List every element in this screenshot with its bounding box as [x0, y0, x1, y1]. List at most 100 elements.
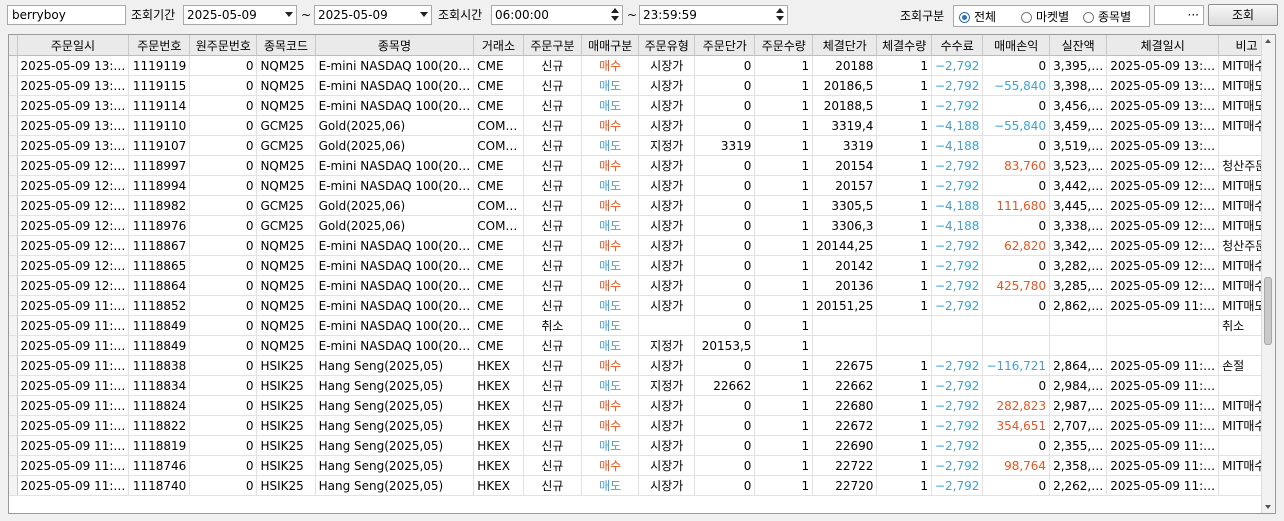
cell-order-qty: 1: [754, 255, 814, 276]
row-header[interactable]: [9, 195, 18, 216]
cell-fill-price: 22662: [812, 375, 878, 396]
table-row[interactable]: 2025-05-09 11:… 1118746 0 HSIK25 Hang Seng(2…: [9, 455, 1275, 476]
row-header[interactable]: [9, 375, 18, 396]
column-header-orig-order-no[interactable]: 원주문번호: [189, 35, 258, 56]
spin-up-icon[interactable]: [611, 8, 619, 13]
column-header-fill-time[interactable]: 체결일시: [1106, 35, 1220, 56]
column-header-order-kind[interactable]: 주문구분: [523, 35, 583, 56]
column-header-balance[interactable]: 실잔액: [1049, 35, 1108, 56]
row-header[interactable]: [9, 295, 18, 316]
cell-order-type: 시장가: [638, 75, 696, 96]
table-row[interactable]: 2025-05-09 12:… 1118867 0 NQM25 E-mini NASDA…: [9, 235, 1275, 256]
table-row[interactable]: 2025-05-09 11:… 1118834 0 HSIK25 Hang Seng(2…: [9, 375, 1275, 396]
row-header[interactable]: [9, 315, 18, 336]
radio-market-label: 마켓별: [1036, 10, 1070, 24]
column-header-order-price[interactable]: 주문단가: [694, 35, 756, 56]
column-header-pnl[interactable]: 매매손익: [982, 35, 1051, 56]
column-header-fill-qty[interactable]: 체결수량: [876, 35, 932, 56]
cell-fill-time: 2025-05-09 11:…: [1106, 355, 1220, 376]
spin-up-icon[interactable]: [776, 8, 784, 13]
cell-order-no: 1118982: [128, 195, 191, 216]
table-row[interactable]: 2025-05-09 11:… 1118824 0 HSIK25 Hang Seng(2…: [9, 395, 1275, 416]
chevron-down-icon[interactable]: [420, 12, 428, 17]
table-row[interactable]: 2025-05-09 12:… 1118976 0 GCM25 Gold(2025,06…: [9, 215, 1275, 236]
column-header-order-time[interactable]: 주문일시: [17, 35, 130, 56]
search-button[interactable]: 조회: [1208, 4, 1278, 26]
scroll-down-icon[interactable]: [1265, 505, 1271, 509]
row-header[interactable]: [9, 135, 18, 156]
row-header[interactable]: [9, 155, 18, 176]
table-row[interactable]: 2025-05-09 12:… 1118994 0 NQM25 E-mini NASDA…: [9, 175, 1275, 196]
cell-exchange: COM…: [473, 135, 524, 156]
scroll-up-icon[interactable]: [1265, 39, 1271, 43]
item-select-field[interactable]: ···: [1154, 5, 1204, 25]
cell-symbol-code: NQM25: [256, 155, 316, 176]
row-header[interactable]: [9, 255, 18, 276]
spin-down-icon[interactable]: [776, 16, 784, 21]
cell-pnl: −55,840: [982, 75, 1051, 96]
column-header-side[interactable]: 매매구분: [581, 35, 640, 56]
column-header-symbol-name[interactable]: 종목명: [315, 35, 475, 56]
row-header[interactable]: [9, 455, 18, 476]
radio-item[interactable]: 종목별: [1083, 9, 1131, 25]
spin-down-icon[interactable]: [611, 16, 619, 21]
column-header-symbol-code[interactable]: 종목코드: [256, 35, 316, 56]
row-header[interactable]: [9, 395, 18, 416]
cell-order-no: 1118865: [128, 255, 191, 276]
table-row[interactable]: 2025-05-09 12:… 1118865 0 NQM25 E-mini NASDA…: [9, 255, 1275, 276]
table-row[interactable]: 2025-05-09 11:… 1118822 0 HSIK25 Hang Seng(2…: [9, 415, 1275, 436]
table-row[interactable]: 2025-05-09 12:… 1118997 0 NQM25 E-mini NASDA…: [9, 155, 1275, 176]
row-header[interactable]: [9, 175, 18, 196]
table-row[interactable]: 2025-05-09 11:… 1118849 0 NQM25 E-mini NASDA…: [9, 335, 1275, 356]
radio-all[interactable]: 전체: [959, 9, 996, 25]
cell-fill-time: 2025-05-09 12:…: [1106, 155, 1220, 176]
time-from-spinner[interactable]: 06:00:00: [491, 5, 623, 25]
row-header[interactable]: [9, 95, 18, 116]
cell-side: 매도: [581, 255, 640, 276]
cell-pnl: 62,820: [982, 235, 1051, 256]
table-row[interactable]: 2025-05-09 13:… 1119110 0 GCM25 Gold(2025,06…: [9, 115, 1275, 136]
cell-order-no: 1118852: [128, 295, 191, 316]
table-row[interactable]: 2025-05-09 11:… 1118849 0 NQM25 E-mini NASDA…: [9, 315, 1275, 336]
column-header-order-no[interactable]: 주문번호: [128, 35, 191, 56]
column-header-exchange[interactable]: 거래소: [473, 35, 524, 56]
cell-fill-price: [812, 335, 878, 356]
vertical-scrollbar[interactable]: [1261, 35, 1275, 513]
row-header[interactable]: [9, 415, 18, 436]
table-row[interactable]: 2025-05-09 13:… 1119114 0 NQM25 E-mini NASDA…: [9, 95, 1275, 116]
row-header[interactable]: [9, 235, 18, 256]
column-header-order-qty[interactable]: 주문수량: [754, 35, 814, 56]
row-header[interactable]: [9, 335, 18, 356]
row-header[interactable]: [9, 115, 18, 136]
table-row[interactable]: 2025-05-09 13:… 1119119 0 NQM25 E-mini NASDA…: [9, 55, 1275, 76]
column-header-fee[interactable]: 수수료: [931, 35, 984, 56]
row-header[interactable]: [9, 75, 18, 96]
table-row[interactable]: 2025-05-09 13:… 1119107 0 GCM25 Gold(2025,06…: [9, 135, 1275, 156]
row-header[interactable]: [9, 215, 18, 236]
cell-fill-price: 20144,25: [812, 235, 878, 256]
time-to-spinner[interactable]: 23:59:59: [639, 5, 788, 25]
chevron-down-icon[interactable]: [285, 12, 293, 17]
table-row[interactable]: 2025-05-09 11:… 1118740 0 HSIK25 Hang Seng(2…: [9, 475, 1275, 496]
table-row[interactable]: 2025-05-09 11:… 1118819 0 HSIK25 Hang Seng(2…: [9, 435, 1275, 456]
row-header[interactable]: [9, 475, 18, 496]
column-header-fill-price[interactable]: 체결단가: [812, 35, 878, 56]
cell-order-price: 0: [694, 215, 756, 236]
table-row[interactable]: 2025-05-09 12:… 1118864 0 NQM25 E-mini NASDA…: [9, 275, 1275, 296]
date-to-picker[interactable]: 2025-05-09: [314, 5, 432, 25]
table-row[interactable]: 2025-05-09 13:… 1119115 0 NQM25 E-mini NASDA…: [9, 75, 1275, 96]
row-header[interactable]: [9, 355, 18, 376]
table-row[interactable]: 2025-05-09 12:… 1118982 0 GCM25 Gold(2025,06…: [9, 195, 1275, 216]
table-row[interactable]: 2025-05-09 11:… 1118852 0 NQM25 E-mini NASDA…: [9, 295, 1275, 316]
row-header[interactable]: [9, 435, 18, 456]
scroll-thumb[interactable]: [1264, 277, 1272, 345]
date-from-picker[interactable]: 2025-05-09: [183, 5, 297, 25]
cell-order-qty: 1: [754, 375, 814, 396]
row-header[interactable]: [9, 275, 18, 296]
row-header[interactable]: [9, 55, 18, 76]
radio-market[interactable]: 마켓별: [1021, 9, 1069, 25]
cell-pnl: 0: [982, 475, 1051, 496]
column-header-order-type[interactable]: 주문유형: [638, 35, 696, 56]
account-field[interactable]: berryboy: [7, 5, 126, 25]
table-row[interactable]: 2025-05-09 11:… 1118838 0 HSIK25 Hang Seng(2…: [9, 355, 1275, 376]
